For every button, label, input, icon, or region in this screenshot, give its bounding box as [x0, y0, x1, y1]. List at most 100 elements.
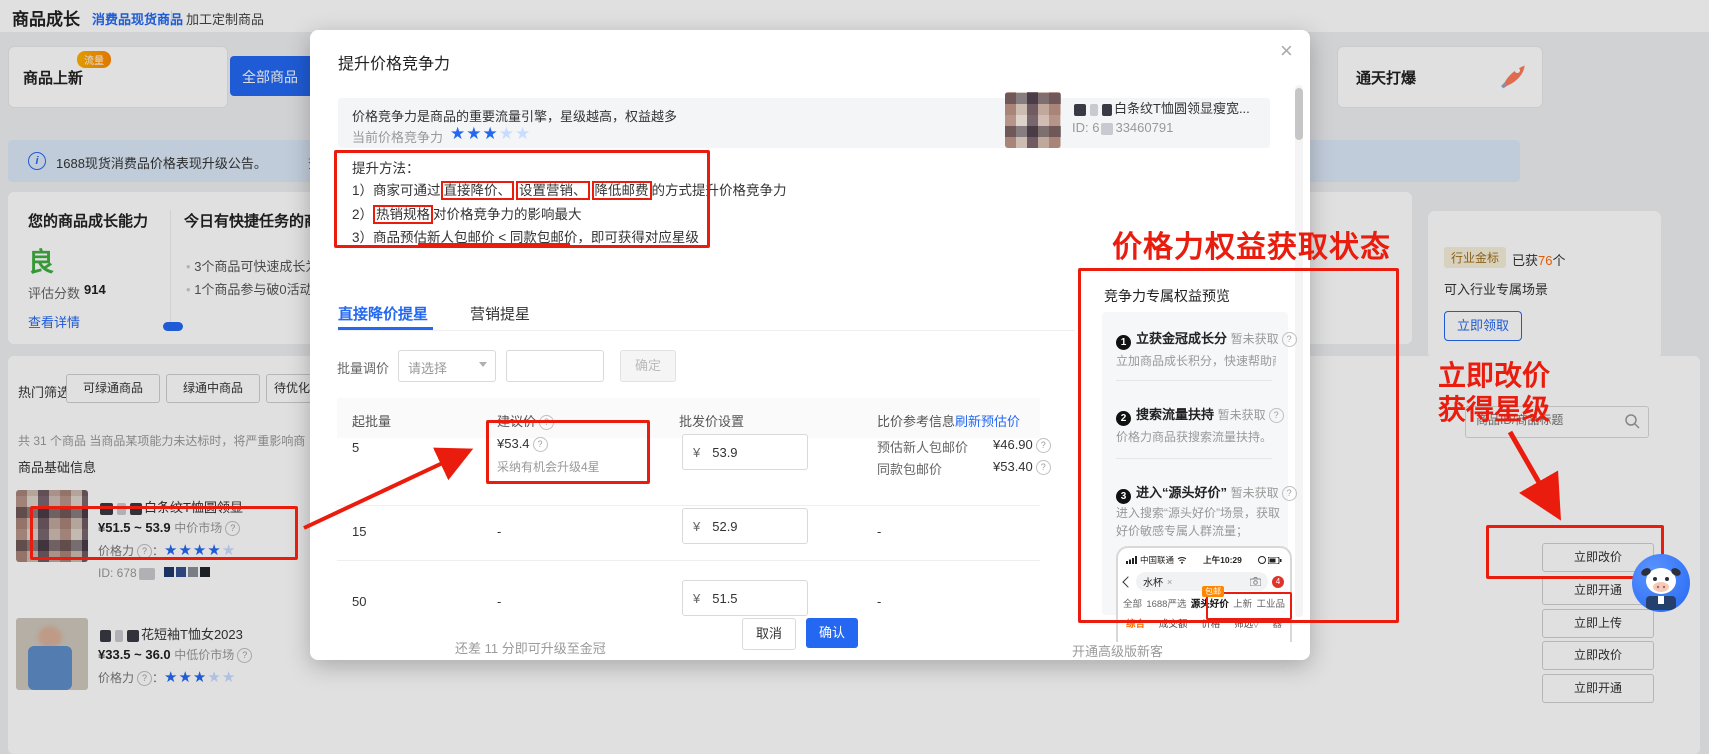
currency-symbol: ¥	[693, 445, 700, 460]
annotated-term: 设置营销、	[516, 181, 590, 200]
notification-badge: 4	[1272, 576, 1284, 588]
modal-scrollbar-track[interactable]	[1295, 85, 1303, 617]
row1-suggest: ¥53.4	[497, 436, 548, 452]
modal-product-image	[1005, 92, 1061, 148]
row3-qty: 50	[352, 594, 366, 609]
currency-symbol: ¥	[693, 519, 700, 534]
row2-price-input-box[interactable]: ¥	[682, 508, 808, 544]
current-power-label: 当前价格竞争力	[352, 127, 443, 146]
question-icon	[1282, 332, 1297, 347]
question-icon	[1282, 486, 1297, 501]
question-icon	[1036, 438, 1051, 453]
batch-confirm-button[interactable]: 确定	[620, 350, 676, 382]
currency-symbol: ¥	[693, 591, 700, 606]
phone-sort-bar: 综合 成交额 价格 筛选▽ 器	[1118, 610, 1290, 630]
row1-suggest-note: 采纳有机会升级4星	[497, 458, 600, 475]
row2-price-input[interactable]	[710, 518, 784, 535]
price-table-header: 起批量 建议价 批发价设置 比价参考信息 刷新预估价	[337, 398, 1040, 438]
battery-icon	[1268, 551, 1282, 569]
phone-status-bar: 中国联通 上午10:29	[1118, 548, 1290, 569]
refresh-estimate-link[interactable]: 刷新预估价	[955, 411, 1020, 430]
row1-price-input[interactable]	[710, 444, 784, 461]
tabs-divider	[338, 330, 1075, 331]
sticky-premium-hint: 开通高级版新客	[1072, 641, 1163, 660]
question-icon	[539, 415, 554, 430]
question-icon	[533, 437, 548, 452]
row1-ref1-value: ¥46.90	[993, 437, 1051, 453]
row3-price-input-box[interactable]: ¥	[682, 580, 808, 616]
annotated-term: 热销规格	[373, 205, 433, 224]
phone-tab-yanxuan[interactable]: 1688严选	[1146, 596, 1186, 610]
row1-ref2-label: 同款包邮价	[877, 459, 942, 478]
annotated-term: 降低邮费	[592, 181, 652, 200]
confirm-button[interactable]: 确认	[806, 618, 858, 648]
row1-ref1-label: 预估新人包邮价	[877, 437, 968, 456]
sort-filter[interactable]: 筛选▽	[1234, 616, 1258, 630]
row2-suggest-dash: -	[497, 524, 501, 539]
phone-tab-new[interactable]: 上新	[1233, 596, 1252, 610]
batch-select[interactable]: 请选择	[398, 350, 496, 382]
intro-text: 价格竞争力是商品的重要流量引擎，星级越高，权益越多	[352, 106, 677, 125]
back-icon[interactable]	[1122, 576, 1133, 587]
col-compare-info: 比价参考信息	[877, 411, 955, 430]
rights-item-3-title: 3进入“源头好价” 暂未获取	[1116, 482, 1297, 504]
batch-value-input-box[interactable]	[506, 350, 604, 382]
sort-price[interactable]: 价格	[1201, 616, 1220, 630]
rights-panel-title: 竞争力专属权益预览	[1104, 286, 1230, 306]
row3-ref-dash: -	[877, 594, 881, 609]
tab-direct-discount[interactable]: 直接降价提星	[338, 303, 428, 324]
rights-item-1-title: 1立获金冠成长分 暂未获取	[1116, 328, 1297, 350]
assistant-avatar[interactable]	[1632, 554, 1690, 612]
methods-line-2: 2）热销规格对价格竞争力的影响最大	[352, 203, 582, 223]
methods-heading: 提升方法：	[352, 157, 420, 177]
grid-view-icon[interactable]: 器	[1272, 616, 1282, 630]
clear-icon[interactable]: ×	[1167, 577, 1172, 587]
chevron-down-icon	[479, 362, 487, 367]
camera-icon[interactable]	[1250, 573, 1261, 591]
annotation-underline	[418, 243, 570, 246]
modal-product-id: ID: 633460791	[1072, 120, 1173, 135]
col-min-qty: 起批量	[352, 411, 391, 430]
modal-close-icon[interactable]: ×	[1280, 38, 1293, 64]
batch-select-value: 请选择	[408, 358, 447, 377]
rights-item-3-desc: 进入搜索“源头好价”场景，获取好价敏感专属人群流量；	[1116, 504, 1280, 540]
location-icon	[1258, 556, 1266, 564]
number-2-icon: 2	[1116, 411, 1131, 426]
rights-divider	[1116, 380, 1272, 381]
annotated-term: 直接降价、	[441, 181, 515, 200]
col-wholesale-price: 批发价设置	[679, 411, 744, 430]
rights-item-2-title: 2搜索流量扶持 暂未获取	[1116, 404, 1284, 426]
sort-volume[interactable]: 成交额	[1159, 616, 1188, 630]
number-3-icon: 3	[1116, 489, 1131, 504]
row2-ref-dash: -	[877, 524, 881, 539]
row3-price-input[interactable]	[710, 590, 784, 607]
phone-carrier: 中国联通	[1140, 554, 1174, 566]
question-icon	[1036, 460, 1051, 475]
sticky-upgrade-hint: 还差 11 分即可升级至金冠	[455, 638, 606, 657]
row1-qty: 5	[352, 440, 359, 455]
cancel-button[interactable]: 取消	[742, 618, 796, 650]
methods-line-1: 1）商家可通过直接降价、设置营销、降低邮费的方式提升价格竞争力	[352, 179, 787, 199]
phone-search-query: 水杯	[1143, 574, 1163, 589]
batch-value-input[interactable]	[515, 356, 599, 373]
phone-time: 上午10:29	[1203, 554, 1242, 566]
col-suggest-price: 建议价	[497, 411, 554, 430]
phone-tab-haojia[interactable]: 源头好价	[1191, 596, 1229, 610]
signal-icon	[1126, 551, 1137, 569]
cow-mascot-icon	[1632, 554, 1690, 612]
phone-tab-industrial[interactable]: 工业品	[1256, 596, 1285, 610]
current-power-stars: ★★★★★	[450, 124, 531, 144]
wifi-icon	[1177, 551, 1187, 569]
rights-item-2-desc: 价格力商品获搜索流量扶持。	[1116, 428, 1276, 445]
modal-scrollbar-thumb[interactable]	[1295, 88, 1303, 140]
modal-title: 提升价格竞争力	[338, 50, 450, 74]
row-divider	[337, 505, 1040, 506]
baoyou-badge: 包邮	[1202, 586, 1224, 597]
batch-label: 批量调价	[337, 358, 389, 377]
sort-comprehensive[interactable]: 综合	[1126, 616, 1145, 630]
tab-marketing[interactable]: 营销提星	[470, 303, 530, 324]
row-divider	[337, 560, 1040, 561]
number-1-icon: 1	[1116, 335, 1131, 350]
row1-price-input-box[interactable]: ¥	[682, 434, 808, 470]
phone-tab-all[interactable]: 全部	[1123, 596, 1142, 610]
